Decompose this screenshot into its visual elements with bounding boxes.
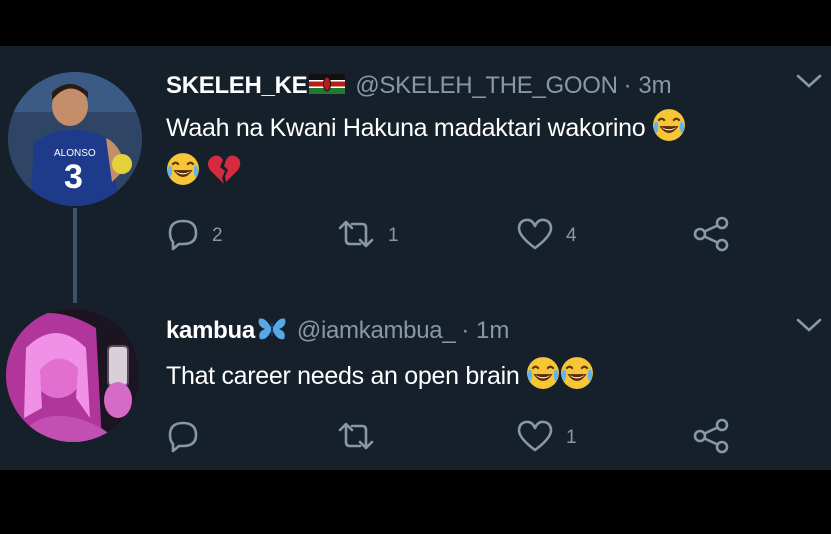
- display-name[interactable]: kambua: [166, 317, 255, 345]
- timestamp[interactable]: · 1m: [461, 317, 509, 345]
- reply-icon: [166, 419, 200, 458]
- retweet-icon: [336, 218, 376, 255]
- tweet-text: Waah na Kwani Hakuna madaktari wakorino: [166, 108, 816, 196]
- tweet-text-content: Waah na Kwani Hakuna madaktari wakorino: [166, 114, 646, 142]
- like-button[interactable]: 4: [516, 216, 577, 256]
- tweet-thread: 3 ALONSO SKELEH_KE @SKELEH_THE_GOON · 3m: [0, 46, 831, 470]
- svg-text:ALONSO: ALONSO: [54, 148, 96, 159]
- heart-icon: [516, 419, 554, 458]
- heart-icon: [516, 217, 554, 256]
- retweet-button[interactable]: [336, 418, 388, 458]
- share-button[interactable]: [691, 418, 731, 458]
- chevron-down-icon[interactable]: [795, 316, 823, 339]
- svg-text:3: 3: [64, 158, 83, 196]
- butterfly-icon: [257, 316, 287, 347]
- reply-button[interactable]: [166, 418, 212, 458]
- reply-button[interactable]: 2: [166, 216, 223, 256]
- tweet-text-content: That career needs an open brain: [166, 362, 520, 390]
- profile-photo-avatar[interactable]: [6, 308, 140, 442]
- share-icon: [691, 216, 731, 257]
- kenya-flag-icon: [309, 73, 346, 99]
- timestamp[interactable]: · 3m: [624, 72, 672, 100]
- like-count: 1: [566, 427, 577, 448]
- username-handle[interactable]: @iamkambua_: [297, 317, 456, 345]
- share-icon: [691, 418, 731, 459]
- display-name[interactable]: SKELEH_KE: [166, 72, 308, 100]
- bottom-letterbox: [0, 470, 831, 534]
- share-button[interactable]: [691, 216, 731, 256]
- retweet-button[interactable]: 1: [336, 216, 399, 256]
- tweet-header: SKELEH_KE @SKELEH_THE_GOON · 3m: [166, 69, 672, 103]
- like-count: 4: [566, 225, 577, 246]
- thread-connector-line: [73, 208, 77, 303]
- broken-heart-emoji: [207, 154, 241, 196]
- tweet-actions: 2 1 4: [166, 216, 766, 256]
- reply-count: 2: [212, 225, 223, 246]
- tweet-text: That career needs an open brain: [166, 356, 816, 400]
- tears-of-joy-emoji: [560, 356, 594, 400]
- tweet[interactable]: kambua @iamkambua_ · 1m That career need…: [0, 308, 831, 470]
- footballer-avatar[interactable]: 3 ALONSO: [8, 72, 142, 206]
- chevron-down-icon[interactable]: [795, 72, 823, 95]
- tweet-header: kambua @iamkambua_ · 1m: [166, 314, 509, 348]
- reply-icon: [166, 217, 200, 256]
- tears-of-joy-emoji: [652, 108, 686, 152]
- username-handle[interactable]: @SKELEH_THE_GOON: [355, 72, 618, 100]
- top-letterbox: [0, 0, 831, 46]
- tears-of-joy-emoji: [526, 356, 560, 400]
- tweet-actions: 1: [166, 418, 766, 458]
- tweet[interactable]: 3 ALONSO SKELEH_KE @SKELEH_THE_GOON · 3m: [0, 46, 831, 308]
- retweet-count: 1: [388, 225, 399, 246]
- retweet-icon: [336, 420, 376, 457]
- tears-of-joy-emoji: [166, 152, 200, 196]
- like-button[interactable]: 1: [516, 418, 577, 458]
